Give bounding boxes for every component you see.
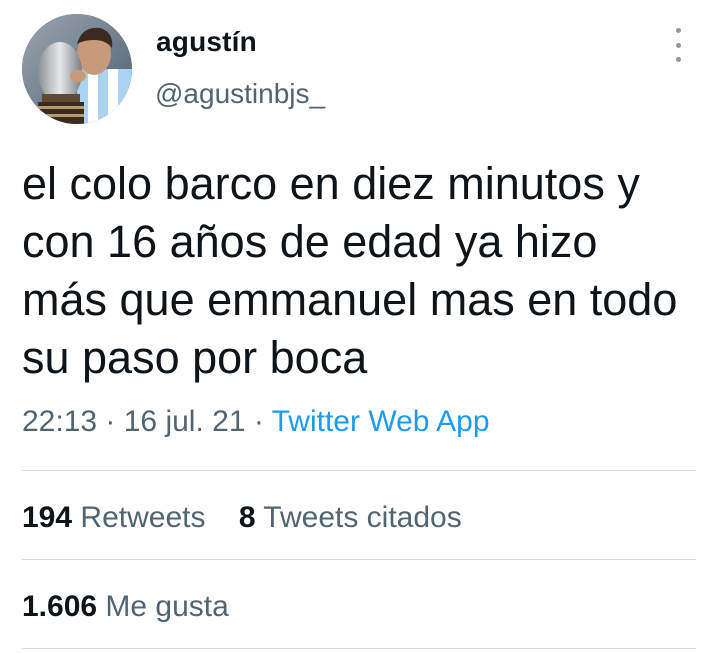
retweets-label: Retweets	[80, 501, 206, 534]
quotes-count: 8	[238, 501, 256, 534]
meta-separator: ·	[97, 405, 124, 438]
tweet-text: el colo barco en diez minutos y con 16 a…	[22, 158, 678, 383]
quotes-label: Tweets citados	[263, 501, 462, 534]
tweet-date[interactable]: 16 jul. 21	[124, 405, 246, 438]
retweets-stat[interactable]: 194 Retweets	[22, 501, 205, 534]
meta-separator: ·	[245, 405, 272, 438]
dot	[675, 57, 681, 62]
user-handle[interactable]: @agustinbjs_	[155, 78, 325, 110]
tweet-source-link[interactable]: Twitter Web App	[272, 405, 490, 438]
profile-photo-icon	[22, 14, 132, 124]
likes-label: Me gusta	[105, 590, 229, 623]
quote-tweets-stat[interactable]: 8 Tweets citados	[239, 501, 462, 534]
divider	[22, 559, 696, 560]
dot	[675, 28, 681, 33]
avatar[interactable]	[22, 14, 132, 124]
tweet-meta: 22:13 · 16 jul. 21 · Twitter Web App	[22, 405, 490, 439]
divider	[22, 648, 696, 649]
tweet-time[interactable]: 22:13	[22, 405, 97, 438]
display-name[interactable]: agustín	[156, 26, 257, 58]
tweet-card: agustín @agustinbjs_ el colo barco en di…	[0, 0, 719, 653]
likes-stat[interactable]: 1.606 Me gusta	[22, 590, 229, 623]
dot	[675, 42, 681, 48]
likes-count: 1.606	[22, 590, 98, 623]
stats-row-likes: 1.606 Me gusta	[22, 590, 229, 624]
stats-row-shares: 194 Retweets 8 Tweets citados	[22, 501, 462, 535]
divider	[22, 470, 696, 471]
retweets-count: 194	[22, 501, 73, 534]
more-options-icon[interactable]	[664, 28, 692, 62]
